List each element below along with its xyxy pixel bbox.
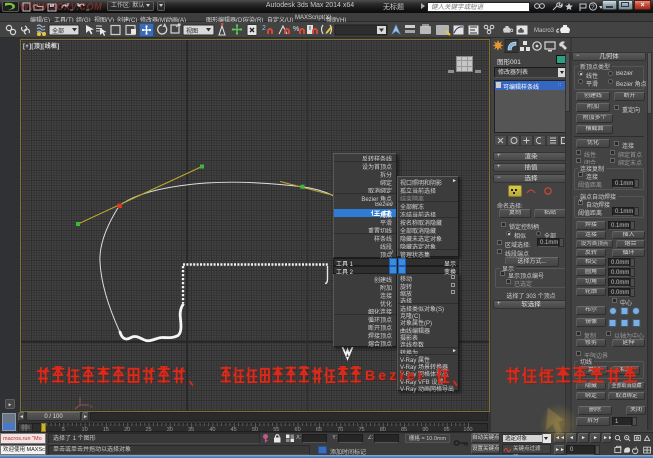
svg-text:Macro3: Macro3 xyxy=(534,28,555,34)
svg-text:视图: 视图 xyxy=(186,27,198,35)
svg-text:全部: 全部 xyxy=(52,27,64,35)
svg-text:2: 2 xyxy=(262,25,266,32)
svg-text:%: % xyxy=(293,26,299,33)
svg-text:x: x xyxy=(90,404,93,410)
